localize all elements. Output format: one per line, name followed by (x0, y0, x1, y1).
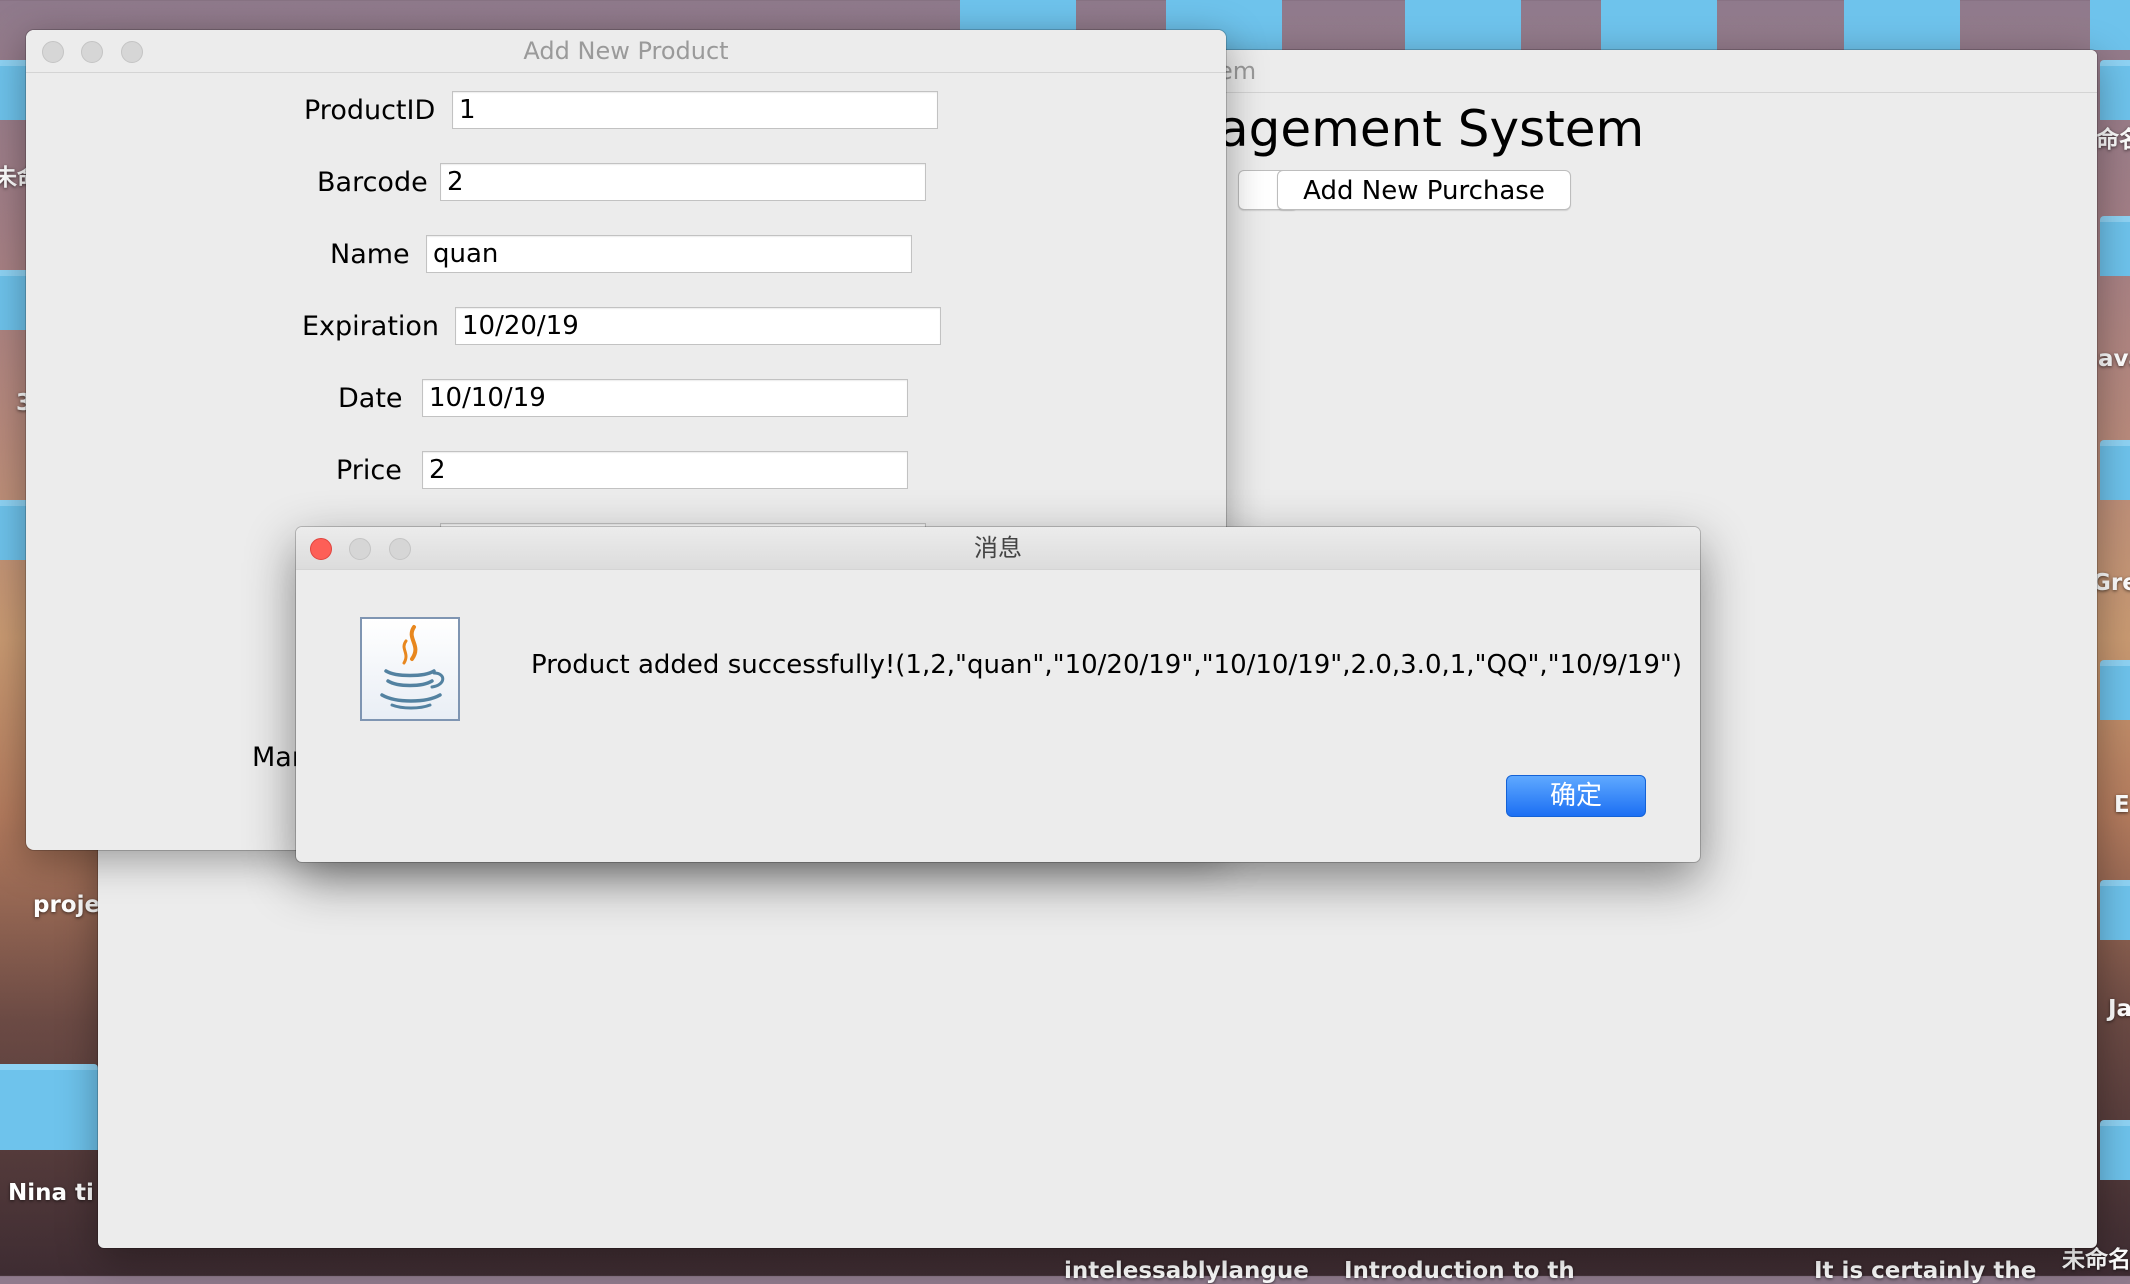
desktop-folder-icon[interactable] (1405, 0, 1521, 50)
desktop-folder-icon[interactable] (1844, 0, 1960, 50)
window-title: em (1218, 57, 1257, 85)
desktop-folder-icon[interactable] (0, 1064, 98, 1150)
barcode-label: Barcode (317, 167, 428, 198)
message-dialog: 消息 Product added successfully!(1,2,"quan… (296, 527, 1700, 862)
desktop-folder-icon[interactable] (2100, 880, 2130, 940)
desktop-item-label[interactable]: Ja (2108, 996, 2130, 1022)
desktop-item-label[interactable]: ava (2098, 346, 2130, 372)
dialog-titlebar[interactable]: 消息 (296, 527, 1700, 570)
java-coffee-cup-icon (360, 617, 460, 721)
price-label: Price (336, 455, 402, 486)
expiration-field[interactable] (455, 307, 941, 345)
desktop-item-label[interactable]: intelessablylangue (1064, 1258, 1309, 1284)
desktop-folder-icon[interactable] (2090, 0, 2130, 50)
desktop-folder-icon[interactable] (2100, 216, 2130, 276)
desktop-item-label[interactable]: proje (33, 892, 100, 918)
name-label: Name (330, 239, 410, 270)
page-title: agement System (1218, 100, 1645, 158)
desktop-folder-icon[interactable] (1601, 0, 1717, 50)
desktop-folder-icon[interactable] (2100, 440, 2130, 500)
barcode-field[interactable] (440, 163, 926, 201)
desktop-folder-icon[interactable] (2100, 1120, 2130, 1180)
date-field[interactable] (422, 379, 908, 417)
name-field[interactable] (426, 235, 912, 273)
desktop-folder-icon[interactable] (2100, 60, 2130, 120)
productid-field[interactable] (452, 91, 938, 129)
product-window-titlebar[interactable]: Add New Product (26, 30, 1226, 73)
productid-label: ProductID (304, 95, 436, 126)
date-label: Date (338, 383, 403, 414)
add-new-purchase-button[interactable]: Add New Purchase (1277, 170, 1571, 210)
desktop-item-label[interactable]: Introduction to th (1344, 1258, 1575, 1284)
desktop-item-label[interactable]: Nina ti (8, 1180, 94, 1206)
desktop-folder-icon[interactable] (2100, 660, 2130, 720)
window-title: Add New Product (523, 37, 729, 65)
dialog-title: 消息 (974, 534, 1022, 562)
desktop-item-label[interactable]: It is certainly the (1814, 1258, 2036, 1284)
message-text: Product added successfully!(1,2,"quan","… (531, 650, 1682, 680)
desktop-item-label[interactable]: Gre (2092, 570, 2130, 596)
desktop-item-label[interactable]: E (2114, 792, 2130, 818)
price-field[interactable] (422, 451, 908, 489)
desktop-item-label[interactable]: 命名 (2096, 120, 2130, 154)
expiration-label: Expiration (302, 311, 440, 342)
ok-button[interactable]: 确定 (1506, 775, 1646, 817)
